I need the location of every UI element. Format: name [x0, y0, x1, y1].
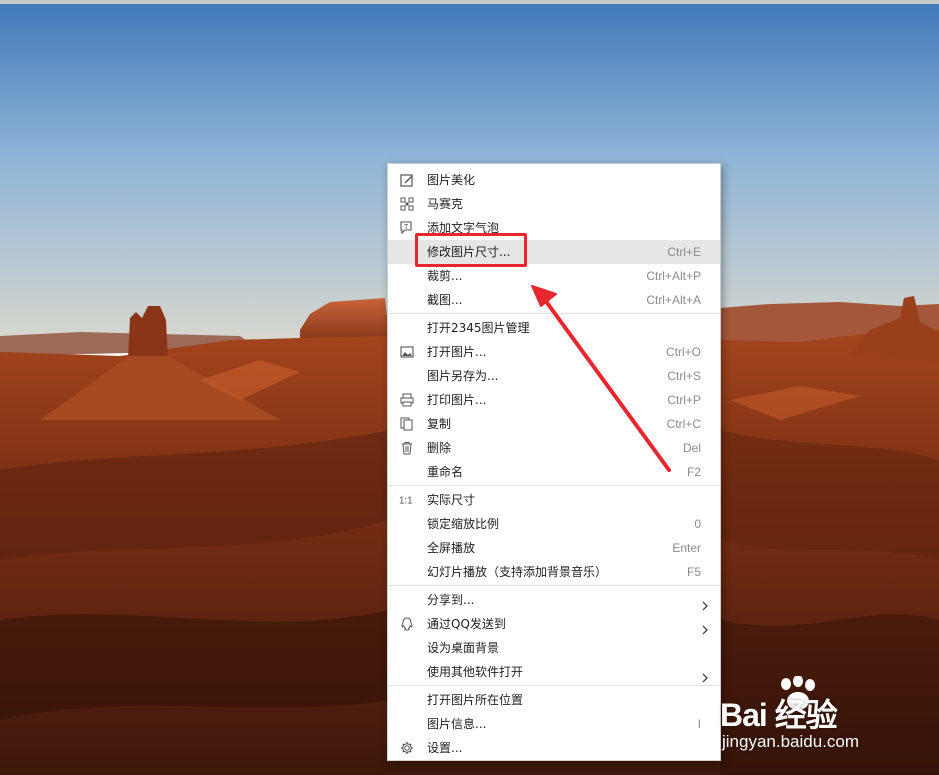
menu-item[interactable]: 1:1 实际尺寸 [388, 488, 720, 512]
menu-item[interactable]: 分享到... [388, 588, 720, 612]
printer-icon [399, 392, 415, 408]
menu-item[interactable]: 打印图片... Ctrl+P [388, 388, 720, 412]
menu-item[interactable]: 全屏播放 Enter [388, 536, 720, 560]
menu-item[interactable]: 复制 Ctrl+C [388, 412, 720, 436]
menu-item-label: 全屏播放 [427, 541, 476, 555]
menu-item[interactable]: 锁定缩放比例 0 [388, 512, 720, 536]
menu-item-label: 裁剪... [427, 269, 463, 283]
menu-item-shortcut: I [697, 717, 701, 731]
menu-item-shortcut: Del [682, 441, 701, 455]
menu-item[interactable]: 图片另存为... Ctrl+S [388, 364, 720, 388]
menu-item[interactable]: 修改图片尺寸... Ctrl+E [388, 240, 720, 264]
menu-item[interactable]: 设为桌面背景 [388, 636, 720, 660]
menu-item[interactable]: 幻灯片播放（支持添加背景音乐） F5 [388, 560, 720, 584]
menu-item[interactable]: 截图... Ctrl+Alt+A [388, 288, 720, 312]
menu-item-label: 设为桌面背景 [427, 641, 500, 655]
menu-item-label: 分享到... [427, 593, 475, 607]
text-bubble-icon: T [399, 220, 415, 236]
menu-item-label: 打开图片所在位置 [427, 693, 524, 707]
menu-item-label: 截图... [427, 293, 463, 307]
trash-icon [399, 440, 415, 456]
menu-item-label: 设置... [427, 741, 463, 755]
menu-item-shortcut: Ctrl+O [665, 345, 701, 359]
menu-item-label: 打印图片... [427, 393, 487, 407]
menu-item-label: 实际尺寸 [427, 493, 476, 507]
svg-text:1:1: 1:1 [399, 496, 413, 507]
menu-item-shortcut: Enter [672, 541, 701, 555]
menu-item[interactable]: 重命名 F2 [388, 460, 720, 484]
menu-item[interactable]: 使用其他软件打开 [388, 660, 720, 684]
menu-separator [388, 685, 720, 686]
menu-item-label: 打开图片... [427, 345, 487, 359]
menu-separator [388, 313, 720, 314]
menu-item[interactable]: 裁剪... Ctrl+Alt+P [388, 264, 720, 288]
menu-item-shortcut: Ctrl+S [667, 369, 701, 383]
menu-item-label: 马赛克 [427, 197, 464, 211]
copy-icon [399, 416, 415, 432]
menu-item-label: 重命名 [427, 465, 464, 479]
menu-item[interactable]: 删除 Del [388, 436, 720, 460]
menu-item-label: 修改图片尺寸... [427, 245, 511, 259]
mosaic-icon [399, 196, 415, 212]
menu-item[interactable]: 图片美化 [388, 168, 720, 192]
image-viewer-canvas[interactable]: 图片美化马赛克 T 添加文字气泡 修改图片尺寸... Ctrl+E 裁剪... Ctrl+A… [0, 0, 939, 775]
menu-item[interactable]: 设置... [388, 736, 720, 760]
menu-item-shortcut: 0 [694, 517, 701, 531]
menu-item-label: 通过QQ发送到 [427, 617, 506, 631]
menu-item-label: 复制 [427, 417, 452, 431]
menu-item-shortcut: Ctrl+C [666, 417, 701, 431]
context-menu: 图片美化马赛克 T 添加文字气泡 修改图片尺寸... Ctrl+E 裁剪... Ctrl+A… [387, 163, 721, 761]
menu-item[interactable]: 打开图片... Ctrl+O [388, 340, 720, 364]
chevron-right-icon [701, 595, 709, 611]
chevron-right-icon [701, 667, 709, 683]
qq-icon [399, 616, 415, 632]
menu-item-shortcut: Ctrl+Alt+P [646, 269, 701, 283]
image-icon [399, 344, 415, 360]
menu-item-label: 打开2345图片管理 [427, 321, 530, 335]
pencil-icon [399, 172, 415, 188]
menu-item-label: 图片美化 [427, 173, 476, 187]
menu-item-shortcut: Ctrl+E [667, 245, 701, 259]
gear-icon [399, 740, 415, 756]
menu-item[interactable]: 图片信息... I [388, 712, 720, 736]
menu-item[interactable]: 打开图片所在位置 [388, 688, 720, 712]
menu-item[interactable]: T 添加文字气泡 [388, 216, 720, 240]
menu-item-label: 图片信息... [427, 717, 487, 731]
menu-item[interactable]: 通过QQ发送到 [388, 612, 720, 636]
menu-item-label: 添加文字气泡 [427, 221, 500, 235]
menu-item-label: 幻灯片播放（支持添加背景音乐） [427, 565, 608, 579]
menu-item-label: 图片另存为... [427, 369, 499, 383]
menu-item-shortcut: Ctrl+Alt+A [646, 293, 701, 307]
menu-item-shortcut: F5 [686, 565, 701, 579]
menu-item-shortcut: F2 [686, 465, 701, 479]
menu-item-shortcut: Ctrl+P [667, 393, 701, 407]
menu-separator [388, 485, 720, 486]
chevron-right-icon [701, 619, 709, 635]
menu-item-label: 删除 [427, 441, 452, 455]
menu-separator [388, 585, 720, 586]
menu-item[interactable]: 马赛克 [388, 192, 720, 216]
svg-text:T: T [404, 224, 409, 231]
menu-item-label: 使用其他软件打开 [427, 665, 524, 679]
menu-item-label: 锁定缩放比例 [427, 517, 500, 531]
menu-item[interactable]: 打开2345图片管理 [388, 316, 720, 340]
actual-size-icon: 1:1 [399, 492, 415, 508]
